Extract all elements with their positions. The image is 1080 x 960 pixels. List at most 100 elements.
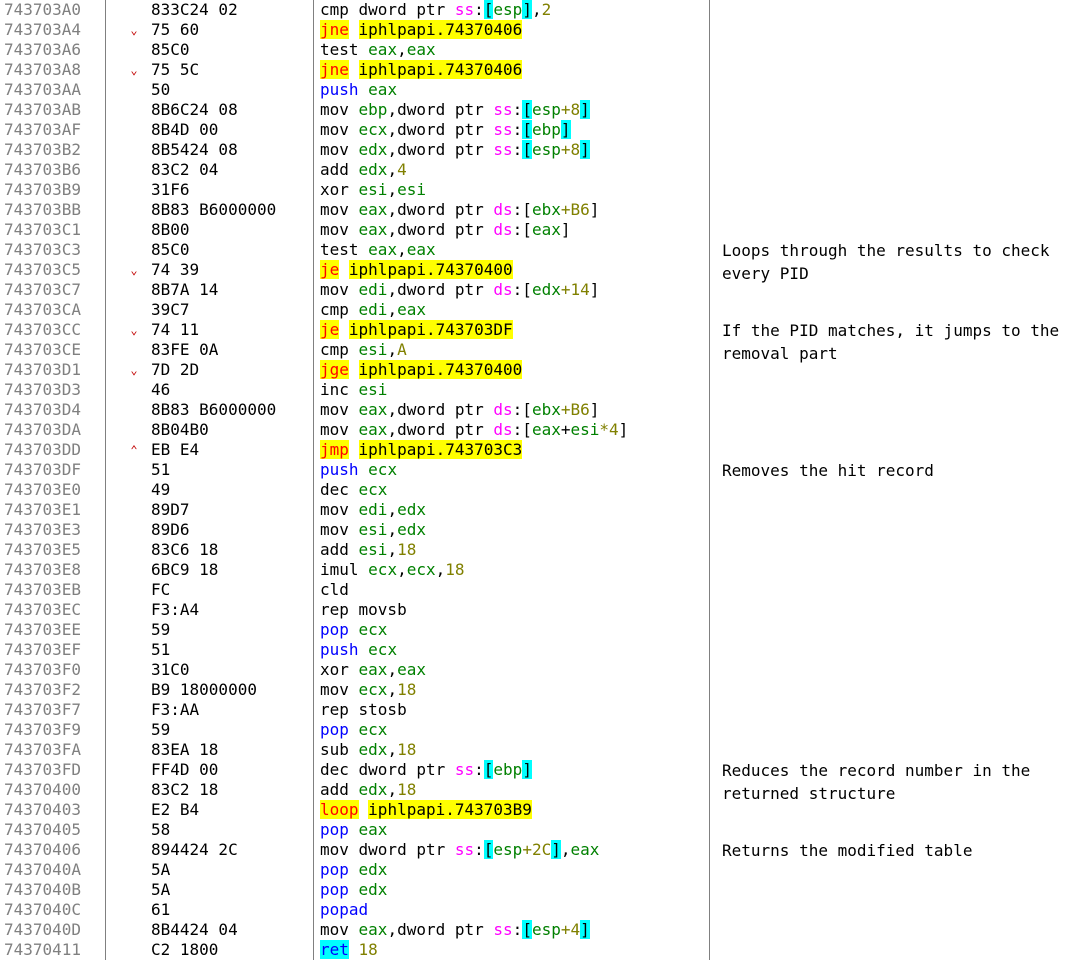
- instruction-token: ebx: [531, 200, 561, 219]
- instruction-token: je: [320, 320, 340, 339]
- instruction-token: [: [483, 840, 494, 859]
- opcode-bytes: 75 5C: [151, 60, 200, 79]
- instruction-row[interactable]: 743703A0 833C24 02 cmp dword ptr ss:[esp],…: [0, 0, 1080, 20]
- instruction-row[interactable]: 743703A8 ⌄ 75 5C jne iphlpapi.74370406: [0, 60, 1080, 80]
- instruction-token: iphlpapi.74370400: [358, 360, 523, 379]
- instruction-row[interactable]: 7437040B 5A pop edx: [0, 880, 1080, 900]
- instruction-row[interactable]: 743703F7 F3:AA rep stosb: [0, 700, 1080, 720]
- address: 743703C5: [4, 260, 82, 279]
- instruction-token: xor: [320, 180, 359, 199]
- instruction-row[interactable]: 743703B6 83C2 04 add edx,4: [0, 160, 1080, 180]
- address: 743703C1: [4, 220, 82, 239]
- instruction-token: ds: [493, 400, 513, 419]
- address: 743703D4: [4, 400, 82, 419]
- instruction-row[interactable]: 743703E8 6BC9 18 imul ecx,ecx,18: [0, 560, 1080, 580]
- address: 743703A0: [4, 0, 82, 19]
- instruction-token: popad: [320, 900, 369, 919]
- instruction-token: [: [522, 920, 532, 939]
- instruction-row[interactable]: 743703E3 89D6 mov esi,edx: [0, 520, 1080, 540]
- comment-text: Removes the hit record: [722, 461, 934, 480]
- instruction-row[interactable]: 743703A4 ⌄ 75 60 jne iphlpapi.74370406: [0, 20, 1080, 40]
- instruction-token: esp: [493, 840, 523, 859]
- instruction-row[interactable]: 743703B2 8B5424 08 mov edx,dword ptr ss:[e…: [0, 140, 1080, 160]
- instruction-token: ss: [454, 840, 475, 859]
- instruction-text: rep movsb: [320, 600, 407, 620]
- instruction-token: 18: [358, 940, 378, 959]
- instruction-row[interactable]: 743703F2 B9 18000000 mov ecx,18: [0, 680, 1080, 700]
- instruction-row[interactable]: 74370411 C2 1800 ret 18: [0, 940, 1080, 960]
- address: 743703DD: [4, 440, 82, 459]
- instruction-row[interactable]: 743703AA 50 push eax: [0, 80, 1080, 100]
- instruction-row[interactable]: 743703E0 49 dec ecx: [0, 480, 1080, 500]
- instruction-token: mov dword ptr: [320, 840, 455, 859]
- instruction-row[interactable]: 743703F9 59 pop ecx: [0, 720, 1080, 740]
- instruction-row[interactable]: 743703E1 89D7 mov edi,edx: [0, 500, 1080, 520]
- instruction-token: ,: [387, 540, 398, 559]
- instruction-row[interactable]: 743703EB FC cld: [0, 580, 1080, 600]
- instruction-text: cmp dword ptr ss:[esp],2: [320, 0, 551, 20]
- instruction-row[interactable]: 743703C1 8B00 mov eax,dword ptr ds:[eax]: [0, 220, 1080, 240]
- instruction-token: [349, 360, 359, 379]
- instruction-row[interactable]: 743703E5 83C6 18 add esi,18: [0, 540, 1080, 560]
- instruction-token: edx: [358, 740, 388, 759]
- instruction-text: mov eax,dword ptr ds:[eax]: [320, 220, 570, 240]
- instruction-token: xor: [320, 660, 359, 679]
- instruction-token: iphlpapi.74370406: [358, 60, 523, 79]
- instruction-row[interactable]: 743703EC F3:A4 rep movsb: [0, 600, 1080, 620]
- instruction-text: dec ecx: [320, 480, 387, 500]
- instruction-row[interactable]: 7437040D 8B4424 04 mov eax,dword ptr ss:[e…: [0, 920, 1080, 940]
- address: 743703B2: [4, 140, 82, 159]
- address: 743703DA: [4, 420, 82, 439]
- instruction-row[interactable]: 743703D4 8B83 B6000000 mov eax,dword ptr d…: [0, 400, 1080, 420]
- address: 7437040A: [4, 860, 82, 879]
- instruction-row[interactable]: 74370405 58 pop eax: [0, 820, 1080, 840]
- instruction-text: imul ecx,ecx,18: [320, 560, 465, 580]
- instruction-token: esi: [358, 520, 388, 539]
- instruction-text: mov eax,dword ptr ds:[ebx+B6]: [320, 200, 599, 220]
- instruction-token: ,: [435, 560, 446, 579]
- instruction-token: ecx: [358, 720, 388, 739]
- instruction-token: pop: [320, 860, 359, 879]
- instruction-row[interactable]: 743703FA 83EA 18 sub edx,18: [0, 740, 1080, 760]
- address: 743703D3: [4, 380, 82, 399]
- instruction-text: mov eax,dword ptr ds:[ebx+B6]: [320, 400, 599, 420]
- opcode-bytes: 85C0: [151, 40, 190, 59]
- instruction-row[interactable]: 743703BB 8B83 B6000000 mov eax,dword ptr d…: [0, 200, 1080, 220]
- jump-down-arrow-icon: ⌄: [130, 63, 138, 77]
- instruction-token: :[: [512, 420, 532, 439]
- instruction-row[interactable]: 743703AB 8B6C24 08 mov ebp,dword ptr ss:[e…: [0, 100, 1080, 120]
- instruction-row[interactable]: 743703DD ⌃ EB E4 jmp iphlpapi.743703C3: [0, 440, 1080, 460]
- instruction-token: pop: [320, 880, 359, 899]
- instruction-token: ]: [589, 280, 600, 299]
- instruction-row[interactable]: 743703CA 39C7 cmp edi,eax: [0, 300, 1080, 320]
- instruction-token: iphlpapi.74370400: [348, 260, 513, 279]
- opcode-bytes: 8B6C24 08: [151, 100, 238, 119]
- opcode-bytes: C2 1800: [151, 940, 219, 959]
- instruction-token: ret: [320, 940, 349, 959]
- instruction-row[interactable]: 743703A6 85C0 test eax,eax: [0, 40, 1080, 60]
- instruction-row[interactable]: 743703AF 8B4D 00 mov ecx,dword ptr ss:[ebp…: [0, 120, 1080, 140]
- instruction-token: ,: [387, 300, 398, 319]
- instruction-row[interactable]: 743703F0 31C0 xor eax,eax: [0, 660, 1080, 680]
- instruction-row[interactable]: 743703EF 51 push ecx: [0, 640, 1080, 660]
- opcode-bytes: 39C7: [151, 300, 190, 319]
- instruction-row[interactable]: 743703D3 46 inc esi: [0, 380, 1080, 400]
- instruction-token: eax: [531, 420, 561, 439]
- address: 743703AF: [4, 120, 82, 139]
- instruction-text: mov dword ptr ss:[esp+2C],eax: [320, 840, 599, 860]
- instruction-token: eax: [397, 300, 426, 319]
- instruction-text: je iphlpapi.74370400: [320, 260, 513, 280]
- address: 743703E0: [4, 480, 82, 499]
- instruction-row[interactable]: 7437040C 61 popad: [0, 900, 1080, 920]
- instruction-token: ]: [580, 920, 590, 939]
- instruction-row[interactable]: 7437040A 5A pop edx: [0, 860, 1080, 880]
- instruction-token: eax: [368, 80, 398, 99]
- instruction-row[interactable]: 743703DA 8B04B0 mov eax,dword ptr ds:[eax+…: [0, 420, 1080, 440]
- instruction-token: eax: [406, 240, 436, 259]
- instruction-row[interactable]: 743703EE 59 pop ecx: [0, 620, 1080, 640]
- address: 743703EE: [4, 620, 82, 639]
- instruction-token: ecx: [358, 620, 388, 639]
- instruction-row[interactable]: 743703B9 31F6 xor esi,esi: [0, 180, 1080, 200]
- instruction-token: ds: [493, 280, 513, 299]
- disassembly-view[interactable]: 743703A0 833C24 02 cmp dword ptr ss:[esp],…: [0, 0, 1080, 960]
